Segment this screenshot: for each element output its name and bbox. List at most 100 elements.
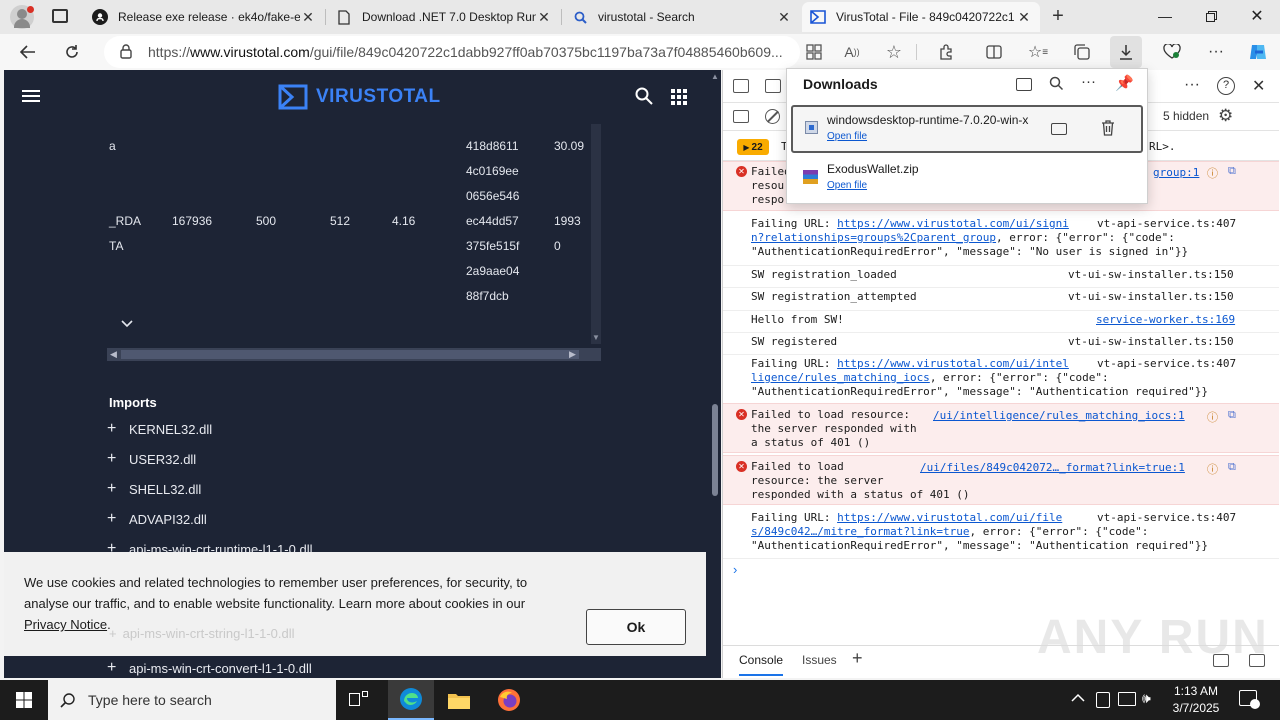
dock-icon[interactable] xyxy=(1213,654,1229,667)
taskbar-edge-icon[interactable] xyxy=(388,680,434,720)
show-in-folder-icon[interactable] xyxy=(1051,123,1067,135)
taskbar-file-explorer-icon[interactable] xyxy=(436,680,482,720)
import-item[interactable]: + KERNEL32.dll xyxy=(107,420,212,438)
show-hidden-icons-chevron[interactable] xyxy=(1071,692,1085,706)
table-vertical-scrollbar[interactable]: ▼ xyxy=(591,124,601,344)
refresh-button[interactable] xyxy=(56,36,88,68)
collections-icon[interactable] xyxy=(1066,36,1098,68)
notification-center-icon[interactable] xyxy=(1239,690,1260,709)
close-tab-icon[interactable]: ✕ xyxy=(300,9,316,26)
clock[interactable]: 1:13 AM 3/7/2025 xyxy=(1168,683,1224,717)
task-view-icon[interactable] xyxy=(349,691,369,709)
download-item[interactable]: ExodusWallet.zip Open file xyxy=(791,156,1143,200)
profile-avatar[interactable] xyxy=(10,5,34,29)
drawer-minimize-icon[interactable] xyxy=(1249,654,1265,667)
import-item[interactable]: + SHELL32.dll xyxy=(107,480,201,498)
console-source-link[interactable]: vt-ui-sw-installer.ts:150 xyxy=(1068,290,1234,303)
expand-chevron-icon[interactable] xyxy=(121,317,133,331)
sidebar-toggle-icon[interactable] xyxy=(733,110,749,123)
table-horizontal-scrollbar[interactable]: ◀ ▶ xyxy=(107,348,601,361)
import-item[interactable]: + USER32.dll xyxy=(107,450,196,468)
console-source-link[interactable]: service-worker.ts:169 xyxy=(1096,313,1235,326)
console-source-link[interactable]: /ui/intelligence/rules_matching_iocs:1 xyxy=(933,409,1185,422)
favorite-star-icon[interactable]: ☆ xyxy=(878,36,910,68)
copilot-explain-icon[interactable]: ⧉ xyxy=(1228,461,1236,474)
address-bar[interactable]: https://www.virustotal.com/gui/file/849c… xyxy=(104,36,800,68)
delete-download-icon[interactable] xyxy=(1101,120,1115,139)
new-tab-button[interactable]: + xyxy=(1046,5,1070,29)
page-scrollbar-thumb[interactable] xyxy=(712,404,718,496)
apps-icon[interactable] xyxy=(798,36,830,68)
hidden-messages-count[interactable]: 5 hidden xyxy=(1163,109,1209,123)
copilot-explain-icon[interactable]: ⧉ xyxy=(1228,409,1236,422)
console-source-link[interactable]: vt-ui-sw-installer.ts:150 xyxy=(1068,268,1234,281)
minimize-button[interactable]: — xyxy=(1142,0,1188,32)
browser-essentials-icon[interactable] xyxy=(1156,36,1188,68)
issues-badge[interactable]: ▶ 22 xyxy=(737,139,769,155)
download-item[interactable]: windowsdesktop-runtime-7.0.20-win-x Open… xyxy=(791,105,1143,153)
help-icon[interactable]: ? xyxy=(1217,77,1235,95)
virustotal-logo[interactable]: VIRUSTOTAL xyxy=(278,83,441,111)
page-scrollbar[interactable]: ▲ ▼ xyxy=(708,70,721,678)
close-tab-icon[interactable]: ✕ xyxy=(776,9,792,26)
split-screen-icon[interactable] xyxy=(978,36,1010,68)
clear-console-icon[interactable] xyxy=(765,109,780,124)
open-file-link[interactable]: Open file xyxy=(827,131,867,142)
read-aloud-icon[interactable]: A)) xyxy=(836,36,868,68)
expand-plus-icon[interactable]: + xyxy=(107,420,125,438)
import-item[interactable]: + ADVAPI32.dll xyxy=(107,510,207,528)
menu-hamburger-icon[interactable] xyxy=(22,90,40,104)
pin-downloads-icon[interactable]: 📌 xyxy=(1115,74,1134,92)
search-icon[interactable] xyxy=(635,87,653,108)
drawer-tab-issues[interactable]: Issues xyxy=(802,646,837,676)
drawer-tab-console[interactable]: Console xyxy=(739,646,784,676)
settings-more-icon[interactable]: ··· xyxy=(1200,36,1232,68)
restore-button[interactable] xyxy=(1188,0,1234,32)
console-settings-gear-icon[interactable]: ⚙ xyxy=(1218,106,1233,126)
close-tab-icon[interactable]: ✕ xyxy=(536,9,552,26)
console-source-link[interactable]: vt-ui-sw-installer.ts:150 xyxy=(1068,335,1234,348)
tray-volume-icon[interactable]: 🕪 xyxy=(1142,690,1151,707)
back-button[interactable] xyxy=(12,36,44,68)
downloads-more-icon[interactable]: ··· xyxy=(1081,73,1096,90)
console-source-link[interactable]: vt-api-service.ts:407 xyxy=(1097,217,1236,230)
console-prompt-chevron-icon[interactable]: › xyxy=(733,562,737,577)
lock-icon[interactable] xyxy=(120,44,132,59)
device-emulation-icon[interactable] xyxy=(765,79,781,93)
more-tools-icon[interactable]: ··· xyxy=(1184,76,1200,94)
tab-github-release[interactable]: Release exe release · ek4o/fake-e ✕ xyxy=(84,2,324,32)
add-drawer-tab-icon[interactable]: + xyxy=(852,648,863,669)
import-item[interactable]: + api-ms-win-crt-convert-l1-1-0.dll xyxy=(107,659,312,677)
expand-plus-icon[interactable]: + xyxy=(107,659,125,677)
favorites-icon[interactable]: ☆ ≡ xyxy=(1022,36,1054,68)
tray-network-icon[interactable] xyxy=(1118,692,1136,706)
console-source-link[interactable]: vt-api-service.ts:407 xyxy=(1097,357,1236,370)
close-window-button[interactable]: ✕ xyxy=(1234,0,1280,32)
privacy-notice-link[interactable]: Privacy Notice xyxy=(24,617,107,632)
extensions-icon[interactable] xyxy=(930,36,962,68)
expand-plus-icon[interactable]: + xyxy=(107,480,125,498)
copilot-icon[interactable] xyxy=(1242,36,1274,68)
downloads-icon[interactable] xyxy=(1110,36,1142,68)
cookie-ok-button[interactable]: Ok xyxy=(586,609,686,645)
tab-actions-icon[interactable] xyxy=(52,9,68,23)
tab-dotnet-download[interactable]: Download .NET 7.0 Desktop Runt ✕ xyxy=(328,2,560,32)
expand-plus-icon[interactable]: + xyxy=(107,450,125,468)
apps-grid-icon[interactable] xyxy=(671,89,687,105)
taskbar-search-box[interactable]: Type here to search xyxy=(48,680,336,720)
close-devtools-icon[interactable]: ✕ xyxy=(1252,76,1265,96)
open-downloads-folder-icon[interactable] xyxy=(1016,78,1032,91)
tab-virustotal-file[interactable]: VirusTotal - File - 849c0420722c1 ✕ xyxy=(802,2,1040,32)
expand-plus-icon[interactable]: + xyxy=(107,510,125,528)
console-source-link[interactable]: group:1 xyxy=(1153,166,1199,179)
tray-security-icon[interactable] xyxy=(1096,692,1110,708)
tab-virustotal-search[interactable]: virustotal - Search ✕ xyxy=(564,2,800,32)
copilot-explain-icon[interactable]: ⧉ xyxy=(1228,165,1236,178)
console-source-link[interactable]: vt-api-service.ts:407 xyxy=(1097,511,1236,524)
console-source-link[interactable]: /ui/files/849c042072…_format?link=true:1 xyxy=(920,461,1185,474)
inspect-element-icon[interactable] xyxy=(733,79,749,93)
search-downloads-icon[interactable] xyxy=(1049,76,1064,94)
taskbar-firefox-icon[interactable] xyxy=(486,680,532,720)
open-file-link[interactable]: Open file xyxy=(827,180,867,191)
close-tab-icon[interactable]: ✕ xyxy=(1016,9,1032,26)
